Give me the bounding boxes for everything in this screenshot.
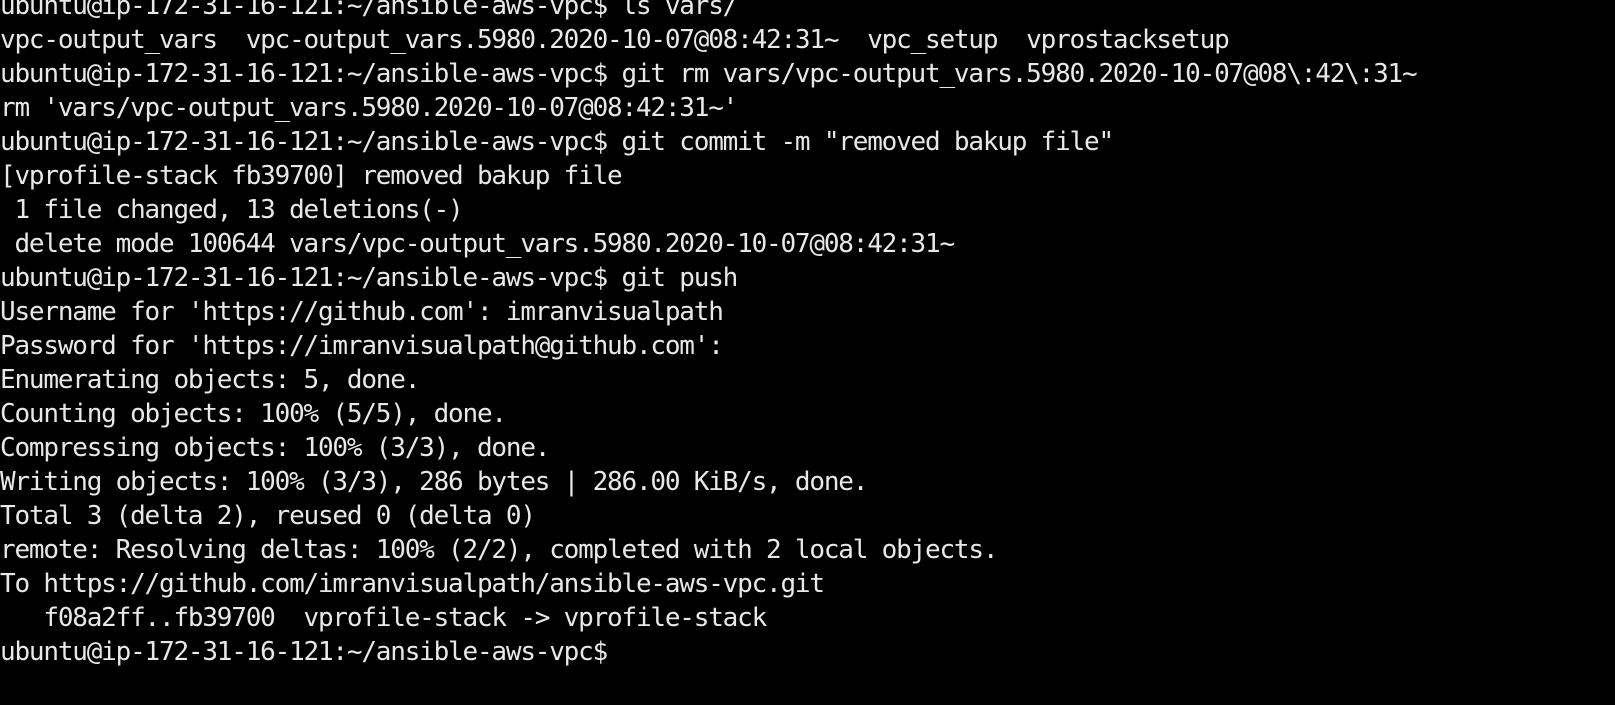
- terminal-line-prompt-git-rm: ubuntu@ip-172-31-16-121:~/ansible-aws-vp…: [0, 59, 1418, 89]
- terminal-line-output-commit: [vprofile-stack fb39700] removed bakup f…: [0, 161, 623, 191]
- cursor: [607, 639, 610, 666]
- terminal-line-prompt-git-commit: ubuntu@ip-172-31-16-121:~/ansible-aws-vp…: [0, 127, 1114, 157]
- terminal-line-prompt-ls: ubuntu@ip-172-31-16-121:~/ansible-aws-vp…: [0, 0, 738, 21]
- prompt-text: ubuntu@ip-172-31-16-121:~/ansible-aws-vp…: [0, 637, 608, 667]
- terminal-line-username: Username for 'https://github.com': imran…: [0, 297, 724, 327]
- terminal-line-prompt-git-push: ubuntu@ip-172-31-16-121:~/ansible-aws-vp…: [0, 263, 738, 293]
- terminal-line-current-prompt[interactable]: ubuntu@ip-172-31-16-121:~/ansible-aws-vp…: [0, 635, 1615, 669]
- terminal-line-enumerating: Enumerating objects: 5, done.: [0, 365, 420, 395]
- terminal-window[interactable]: ubuntu@ip-172-31-16-121:~/ansible-aws-vp…: [0, 0, 1615, 705]
- terminal-line-counting: Counting objects: 100% (5/5), done.: [0, 399, 507, 429]
- terminal-line-output-delete-mode: delete mode 100644 vars/vpc-output_vars.…: [0, 229, 955, 259]
- terminal-line-password: Password for 'https://imranvisualpath@gi…: [0, 331, 724, 361]
- terminal-line-compressing: Compressing objects: 100% (3/3), done.: [0, 433, 550, 463]
- terminal-line-remote: remote: Resolving deltas: 100% (2/2), co…: [0, 535, 998, 565]
- terminal-line-to: To https://github.com/imranvisualpath/an…: [0, 569, 825, 599]
- terminal-line-output-ls: vpc-output_vars vpc-output_vars.5980.202…: [0, 25, 1230, 55]
- terminal-line-refs: f08a2ff..fb39700 vprofile-stack -> vprof…: [0, 603, 767, 633]
- terminal-line-output-rm: rm 'vars/vpc-output_vars.5980.2020-10-07…: [0, 93, 738, 123]
- terminal-line-output-files-changed: 1 file changed, 13 deletions(-): [0, 195, 463, 225]
- terminal-line-writing: Writing objects: 100% (3/3), 286 bytes |…: [0, 467, 868, 497]
- terminal-line-total: Total 3 (delta 2), reused 0 (delta 0): [0, 501, 536, 531]
